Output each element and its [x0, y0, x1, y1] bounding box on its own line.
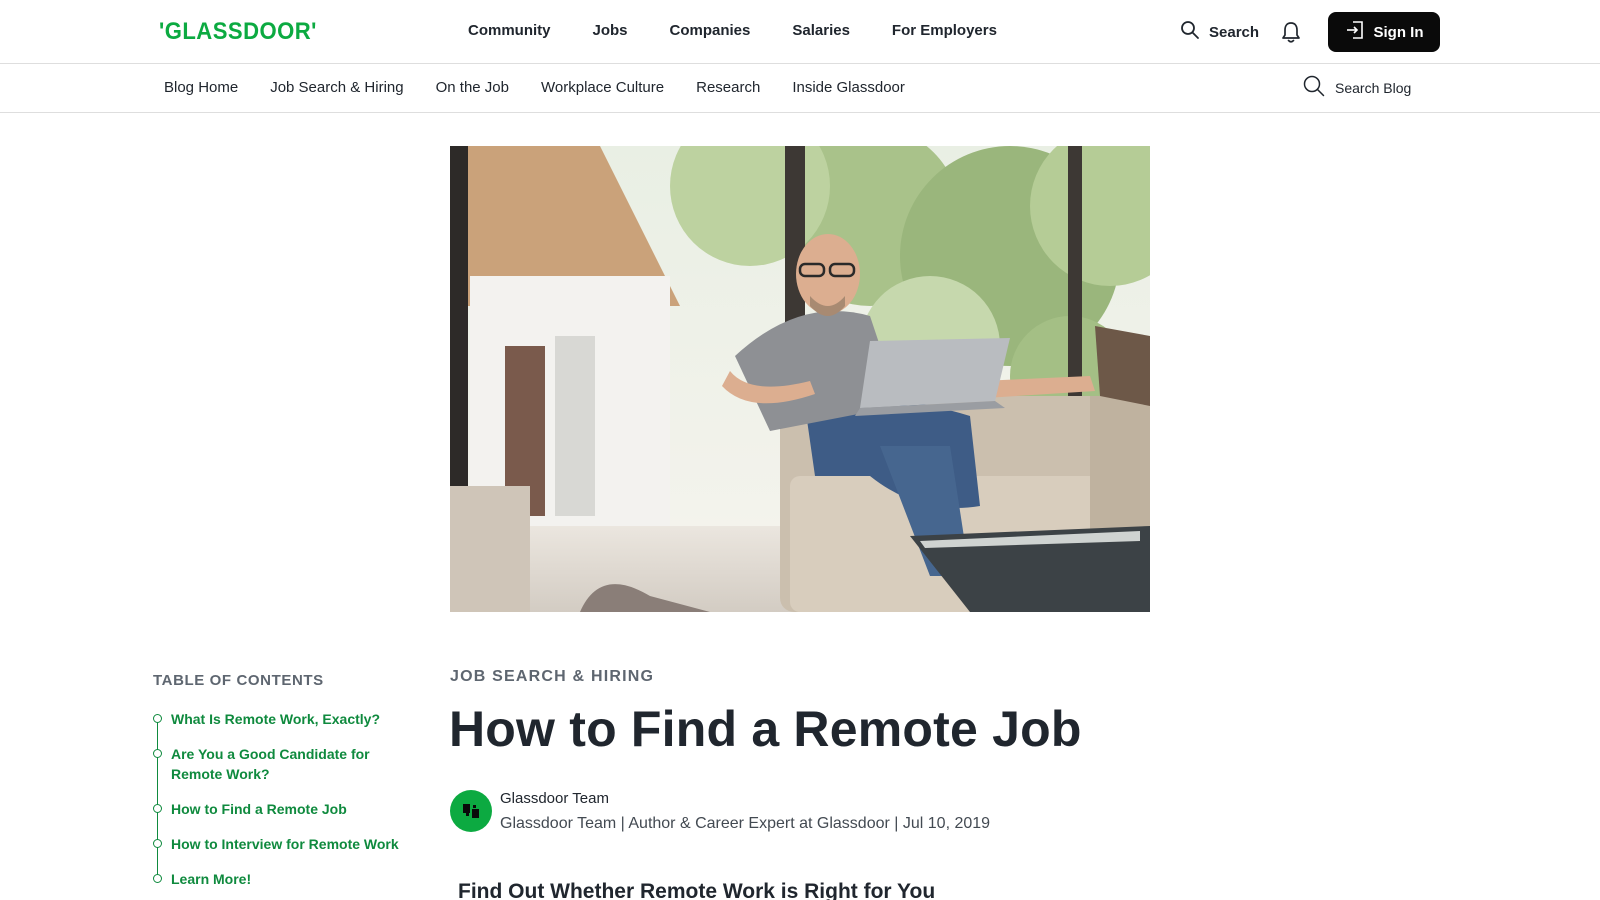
toc-item[interactable]: How to Interview for Remote Work — [153, 834, 423, 854]
search-blog-button[interactable]: Search Blog — [1303, 75, 1411, 100]
nav-companies[interactable]: Companies — [670, 20, 751, 42]
author-name[interactable]: Glassdoor Team — [500, 790, 609, 807]
sign-in-button[interactable]: Sign In — [1328, 12, 1440, 52]
notification-bell-icon[interactable] — [1280, 20, 1302, 44]
nav-for-employers[interactable]: For Employers — [892, 20, 997, 42]
article-category[interactable]: JOB SEARCH & HIRING — [450, 668, 654, 686]
hero-image — [450, 146, 1150, 612]
sign-in-label: Sign In — [1373, 23, 1424, 41]
search-blog-label: Search Blog — [1335, 79, 1412, 96]
toc-title: TABLE OF CONTENTS — [153, 672, 324, 689]
toc-item-label: How to Interview for Remote Work — [171, 836, 399, 852]
blog-nav-job-search[interactable]: Job Search & Hiring — [270, 77, 403, 99]
author-byline: Glassdoor Team | Author & Career Expert … — [500, 815, 991, 832]
nav-jobs[interactable]: Jobs — [593, 20, 628, 42]
nav-community[interactable]: Community — [468, 20, 551, 42]
toc-item[interactable]: Are You a Good Candidate for Remote Work… — [153, 744, 401, 784]
blog-nav-research[interactable]: Research — [696, 77, 760, 99]
sign-in-icon — [1345, 20, 1365, 44]
toc-dot-icon — [153, 874, 162, 883]
toc-item[interactable]: Learn More! — [153, 869, 423, 889]
author-avatar[interactable] — [450, 790, 492, 832]
blog-nav-bar: Blog Home Job Search & Hiring On the Job… — [0, 64, 1600, 113]
toc-item-label: What Is Remote Work, Exactly? — [171, 711, 381, 727]
glassdoor-logo[interactable]: 'GLASSDOOR' — [159, 18, 317, 46]
toc-item[interactable]: What Is Remote Work, Exactly? — [153, 709, 423, 729]
toc-line — [157, 717, 158, 877]
toc-item-label: Learn More! — [171, 871, 252, 887]
main-nav: Community Jobs Companies Salaries For Em… — [468, 20, 1039, 42]
toc-item-label: Are You a Good Candidate for Remote Work… — [171, 746, 370, 782]
toc-dot-icon — [153, 804, 162, 813]
top-search-label: Search — [1209, 23, 1260, 41]
toc-item[interactable]: How to Find a Remote Job — [153, 799, 423, 819]
table-of-contents: TABLE OF CONTENTS What Is Remote Work, E… — [153, 672, 423, 900]
blog-nav-inside-glassdoor[interactable]: Inside Glassdoor — [792, 77, 905, 99]
toc-item-label: How to Find a Remote Job — [171, 801, 347, 817]
article-subheading: Find Out Whether Remote Work is Right fo… — [458, 880, 936, 900]
glassdoor-quote-icon — [463, 804, 479, 818]
blog-nav-workplace-culture[interactable]: Workplace Culture — [541, 77, 664, 99]
toc-dot-icon — [153, 839, 162, 848]
toc-dot-icon — [153, 749, 162, 758]
top-header: 'GLASSDOOR' Community Jobs Companies Sal… — [0, 0, 1600, 64]
blog-nav-home[interactable]: Blog Home — [164, 77, 238, 99]
blog-nav-on-the-job[interactable]: On the Job — [436, 77, 509, 99]
toc-list: What Is Remote Work, Exactly? Are You a … — [153, 709, 423, 889]
blog-nav: Blog Home Job Search & Hiring On the Job… — [164, 77, 937, 99]
search-icon — [1180, 20, 1200, 44]
nav-salaries[interactable]: Salaries — [792, 20, 850, 42]
article-title: How to Find a Remote Job — [449, 701, 1082, 757]
search-icon — [1303, 75, 1325, 100]
toc-dot-icon — [153, 714, 162, 723]
top-search-button[interactable]: Search — [1180, 20, 1259, 44]
